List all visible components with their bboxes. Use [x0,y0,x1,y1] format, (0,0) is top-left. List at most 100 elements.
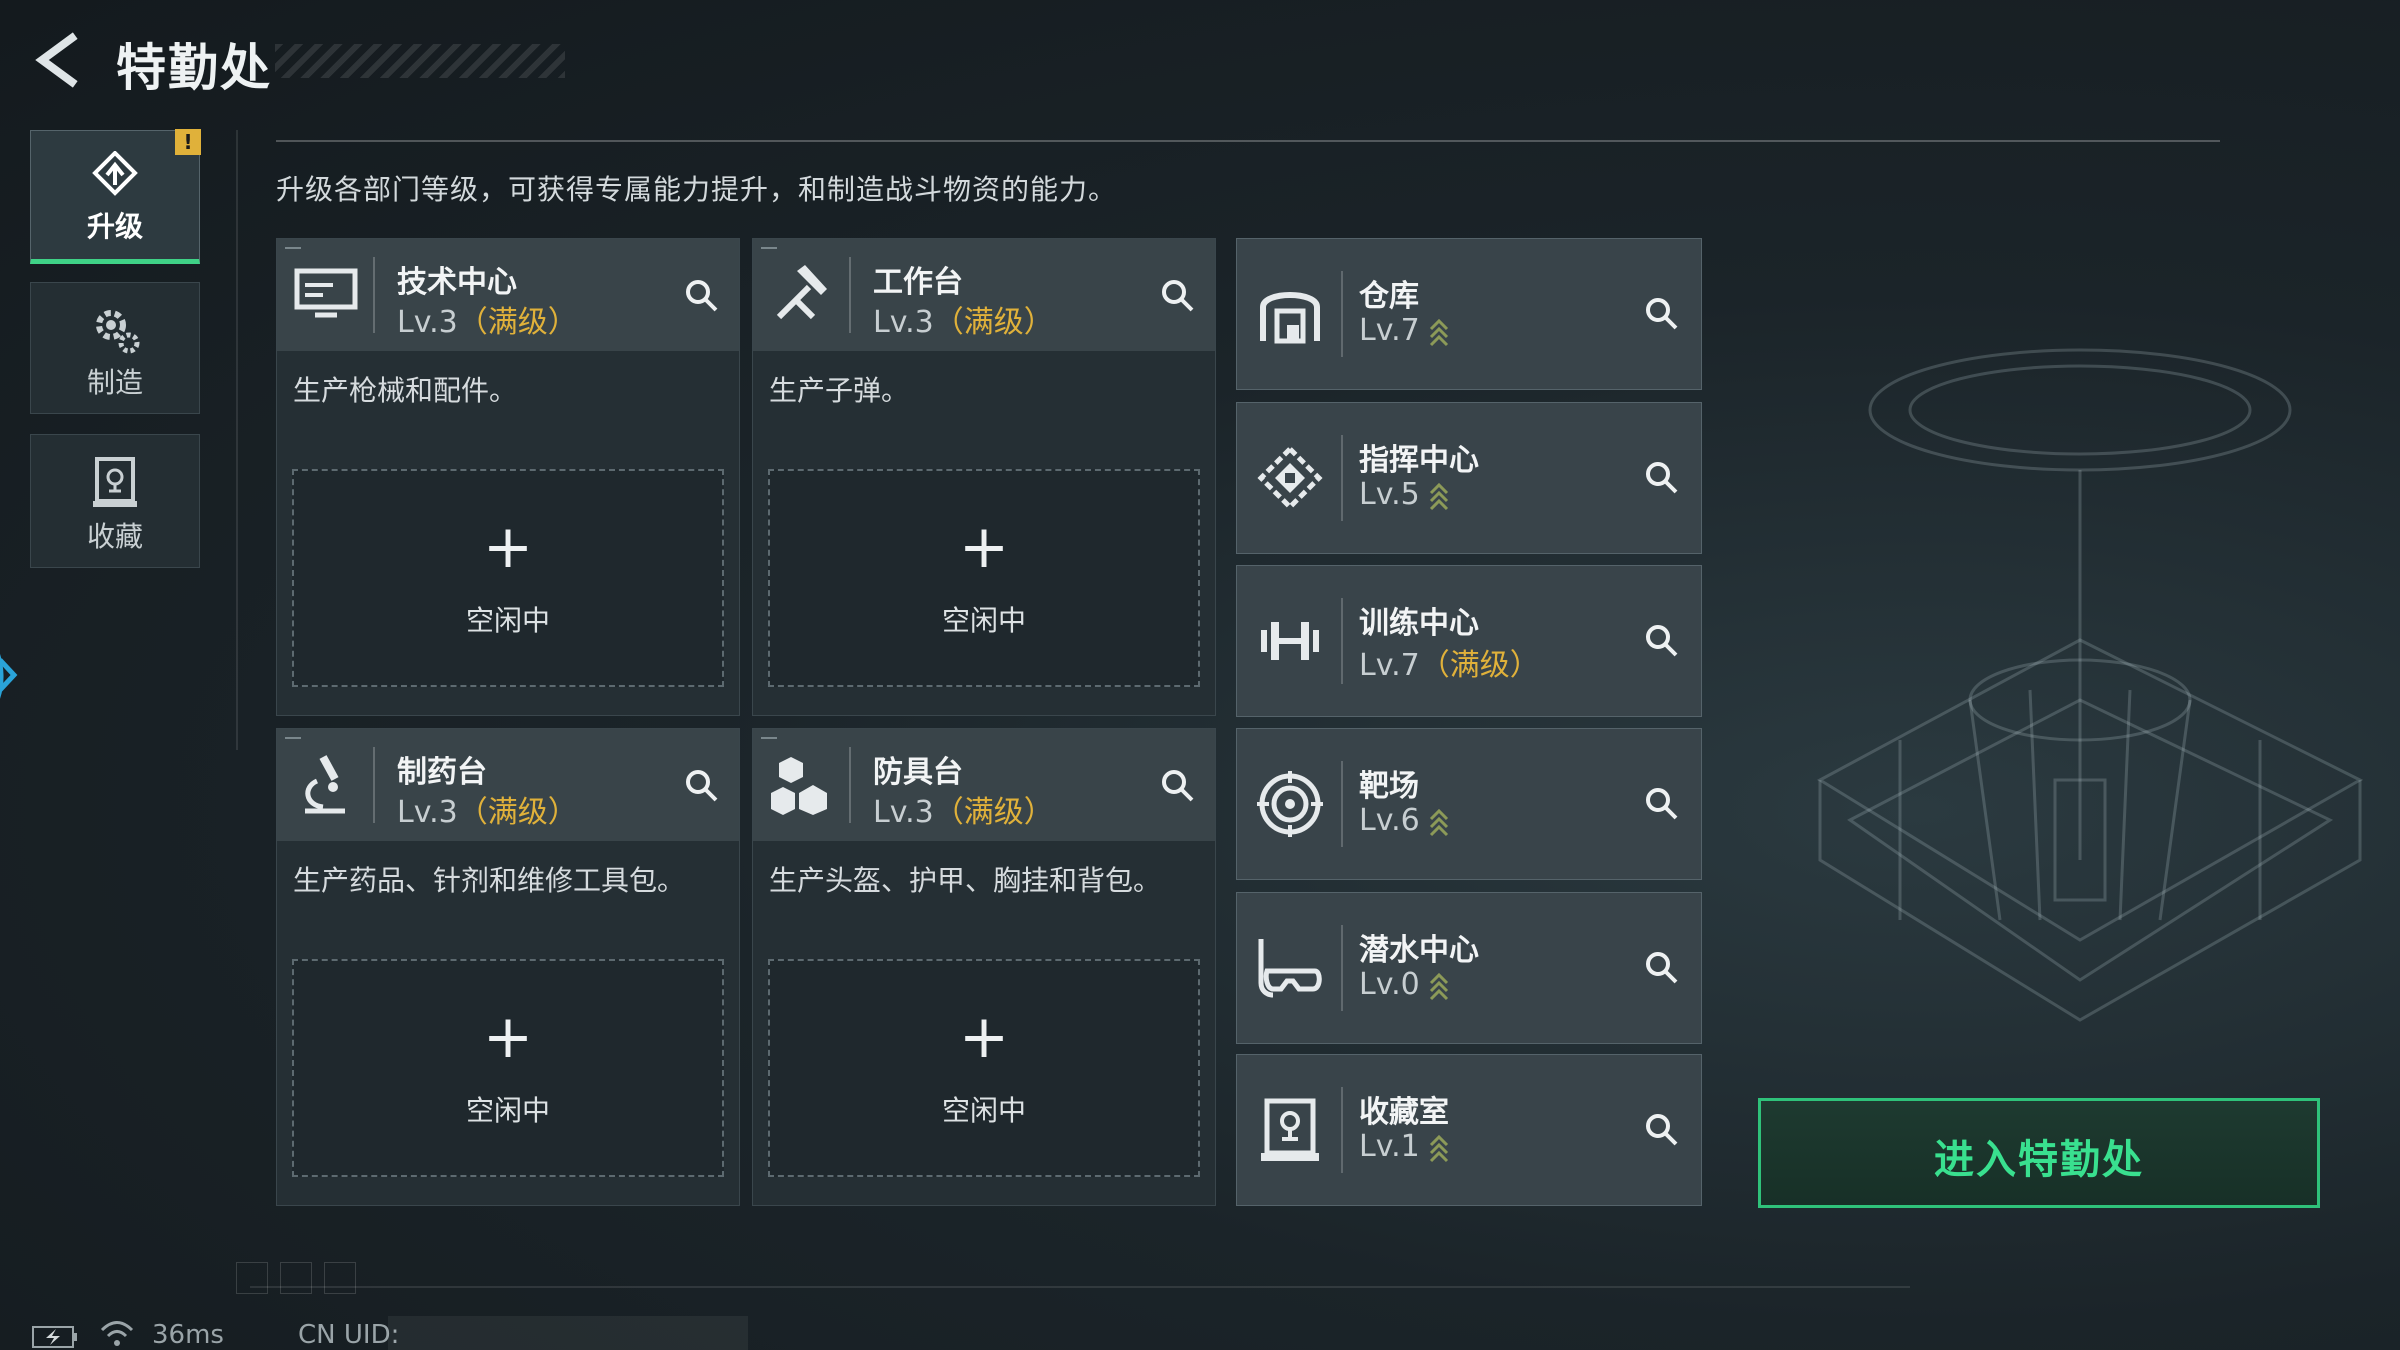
side-handle-icon[interactable] [0,620,40,730]
corner-mark [761,247,777,249]
tab-collection-label: 收藏 [86,520,143,553]
dept-title: 仓库 [1359,279,1419,314]
card-description: 生产头盔、护甲、胸挂和背包。 [769,864,1162,897]
dept-shooting-range[interactable]: 靶场 Lv.6 [1236,728,1702,880]
level-value: Lv.6 [1359,803,1420,838]
dept-separator [1341,271,1343,357]
max-level-tag: （满级） [457,305,578,340]
production-slot[interactable]: + 空闲中 [292,959,724,1177]
enter-special-ops-button[interactable]: 进入特勤处 [1758,1098,2320,1208]
warehouse-icon [1260,292,1320,344]
upgrade-arrow-icon [1429,318,1448,346]
search-icon[interactable] [1643,1111,1679,1147]
search-icon[interactable] [1159,277,1195,313]
dept-collection-room[interactable]: 收藏室 Lv.1 [1236,1054,1702,1206]
header-rule [276,140,2220,142]
search-icon[interactable] [1643,622,1679,658]
footer-divider [250,1286,1910,1288]
plus-icon: + [482,512,534,582]
dept-level: Lv.5 [1359,477,1450,512]
upgrade-arrow-icon [1429,972,1448,1000]
back-arrow-icon[interactable] [28,30,88,90]
production-slot[interactable]: + 空闲中 [768,469,1200,687]
wifi-icon [100,1321,134,1346]
dept-title: 收藏室 [1359,1095,1449,1130]
corner-mark [285,247,301,249]
corner-mark [285,737,301,739]
search-icon[interactable] [683,277,719,313]
gear-icon [96,310,140,354]
search-icon[interactable] [1643,785,1679,821]
dept-title: 潜水中心 [1359,933,1479,968]
footer-square [324,1262,356,1294]
plus-icon: + [958,1002,1010,1072]
dept-command-center[interactable]: 指挥中心 Lv.5 [1236,402,1702,554]
production-slot[interactable]: + 空闲中 [292,469,724,687]
ping-value: 36ms [152,1320,224,1350]
header-separator [373,747,375,823]
level-value: Lv.3 [873,795,934,830]
search-icon[interactable] [1643,295,1679,331]
alert-badge: ! [175,129,201,155]
dept-warehouse[interactable]: 仓库 Lv.7 [1236,238,1702,390]
card-description: 生产枪械和配件。 [293,374,518,407]
level-value: Lv.7 [1359,313,1420,348]
card-title: 防具台 [873,755,963,790]
tab-collection[interactable]: 收藏 [30,434,200,568]
tab-craft-label: 制造 [86,366,143,399]
production-card-workbench: 工作台 Lv.3（满级） 生产子弹。 + 空闲中 [752,238,1216,716]
max-level-tag: （满级） [457,795,578,830]
max-level-tag: （满级） [1419,648,1540,683]
level-value: Lv.3 [873,305,934,340]
dept-title: 训练中心 [1359,606,1479,641]
plus-icon: + [958,512,1010,582]
dept-title: 指挥中心 [1359,443,1479,478]
dept-separator [1341,925,1343,1011]
upgrade-arrow-icon [1429,808,1448,836]
battery-icon [32,1326,77,1348]
dept-level: Lv.1 [1359,1129,1450,1164]
plus-icon: + [482,1002,534,1072]
card-level: Lv.3（满级） [397,297,578,341]
slot-status: 空闲中 [941,604,1026,637]
upgrade-arrow-icon [1429,482,1448,510]
search-icon[interactable] [1643,459,1679,495]
tab-craft[interactable]: 制造 [30,282,200,414]
uid-label: CN UID: [298,1320,400,1350]
dept-level: Lv.6 [1359,803,1450,838]
collection-icon [93,457,137,507]
footer-square [236,1262,268,1294]
dept-training-center[interactable]: 训练中心 Lv.7（满级） [1236,565,1702,717]
card-level: Lv.3（满级） [873,787,1054,831]
level-value: Lv.3 [397,305,458,340]
upgrade-arrow-icon [1429,1134,1448,1162]
dept-level: Lv.7（满级） [1359,640,1540,684]
armor-boxes-icon [771,757,827,815]
target-icon [1257,771,1323,837]
production-slot[interactable]: + 空闲中 [768,959,1200,1177]
slot-status: 空闲中 [941,1094,1026,1127]
dept-level: Lv.7 [1359,313,1450,348]
dumbbell-icon [1261,622,1319,660]
production-card-armor-bench: 防具台 Lv.3（满级） 生产头盔、护甲、胸挂和背包。 + 空闲中 [752,728,1216,1206]
dept-separator [1341,435,1343,521]
card-title: 工作台 [873,265,963,300]
search-icon[interactable] [683,767,719,803]
search-icon[interactable] [1643,949,1679,985]
card-level: Lv.3（满级） [397,787,578,831]
dept-diving-center[interactable]: 潜水中心 Lv.0 [1236,892,1702,1044]
tab-upgrade[interactable]: ! 升级 [30,129,201,264]
level-value: Lv.1 [1359,1129,1420,1164]
production-card-tech-center: 技术中心 Lv.3（满级） 生产枪械和配件。 + 空闲中 [276,238,740,716]
card-title: 技术中心 [397,265,517,300]
footer-square [280,1262,312,1294]
level-value: Lv.3 [397,795,458,830]
search-icon[interactable] [1159,767,1195,803]
title-decoration [275,44,565,78]
command-icon [1257,445,1323,511]
dept-separator [1341,761,1343,847]
max-level-tag: （满级） [933,795,1054,830]
uid-value-masked [388,1316,748,1350]
card-title: 制药台 [397,755,487,790]
level-value: Lv.0 [1359,967,1420,1002]
